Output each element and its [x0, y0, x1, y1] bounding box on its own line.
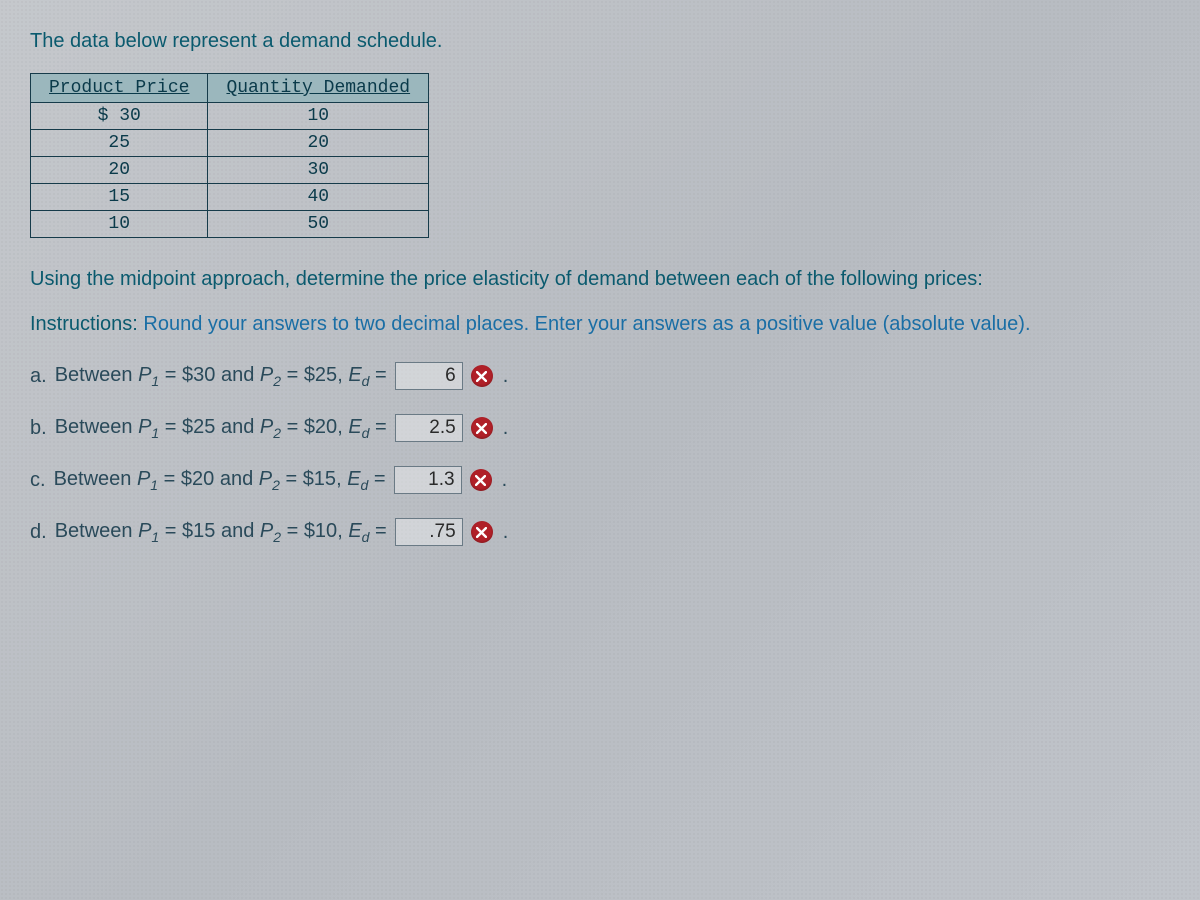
question-text: Between P1 = $25 and P2 = $20, Ed = [55, 416, 387, 441]
period: . [503, 521, 509, 544]
table-row: 1540 [31, 184, 429, 211]
question-text: Between P1 = $30 and P2 = $25, Ed = [55, 364, 387, 389]
incorrect-icon [471, 521, 493, 543]
table-row: $ 3010 [31, 103, 429, 130]
midpoint-paragraph: Using the midpoint approach, determine t… [30, 266, 1170, 293]
cell-price: 20 [31, 157, 208, 184]
instructions-body: Round your answers to two decimal places… [138, 313, 1031, 335]
question-a: a. Between P1 = $30 and P2 = $25, Ed = . [30, 362, 1170, 390]
table-row: 1050 [31, 211, 429, 238]
incorrect-icon [471, 417, 493, 439]
answer-input-b[interactable] [395, 414, 463, 442]
question-text: Between P1 = $20 and P2 = $15, Ed = [54, 468, 386, 493]
question-label: c. [30, 469, 46, 492]
question-d: d. Between P1 = $15 and P2 = $10, Ed = . [30, 518, 1170, 546]
cell-qty: 30 [208, 157, 429, 184]
question-label: b. [30, 417, 47, 440]
p1-value: $25 [182, 416, 215, 438]
answer-input-d[interactable] [395, 518, 463, 546]
question-label: a. [30, 365, 47, 388]
incorrect-icon [471, 365, 493, 387]
instructions: Instructions: Round your answers to two … [30, 311, 1170, 338]
p2-value: $25 [304, 364, 337, 386]
period: . [502, 469, 508, 492]
cell-qty: 10 [208, 103, 429, 130]
instructions-label: Instructions: [30, 313, 138, 335]
period: . [503, 365, 509, 388]
answer-input-a[interactable] [395, 362, 463, 390]
intro-text: The data below represent a demand schedu… [30, 30, 1170, 53]
p2-value: $15 [303, 468, 336, 490]
cell-qty: 40 [208, 184, 429, 211]
period: . [503, 417, 509, 440]
p2-value: $20 [304, 416, 337, 438]
cell-price: 15 [31, 184, 208, 211]
question-b: b. Between P1 = $25 and P2 = $20, Ed = . [30, 414, 1170, 442]
p1-value: $20 [181, 468, 214, 490]
question-label: d. [30, 521, 47, 544]
demand-schedule-table: Product Price Quantity Demanded $ 3010 2… [30, 73, 429, 238]
p2-value: $10 [304, 520, 337, 542]
question-text: Between P1 = $15 and P2 = $10, Ed = [55, 520, 387, 545]
cell-qty: 20 [208, 130, 429, 157]
answer-input-c[interactable] [394, 466, 462, 494]
table-header-qty: Quantity Demanded [208, 74, 429, 103]
incorrect-icon [470, 469, 492, 491]
p1-value: $15 [182, 520, 215, 542]
table-row: 2520 [31, 130, 429, 157]
table-header-price: Product Price [31, 74, 208, 103]
cell-price: $ 30 [31, 103, 208, 130]
question-c: c. Between P1 = $20 and P2 = $15, Ed = . [30, 466, 1170, 494]
table-row: 2030 [31, 157, 429, 184]
cell-price: 25 [31, 130, 208, 157]
cell-qty: 50 [208, 211, 429, 238]
p1-value: $30 [182, 364, 215, 386]
cell-price: 10 [31, 211, 208, 238]
